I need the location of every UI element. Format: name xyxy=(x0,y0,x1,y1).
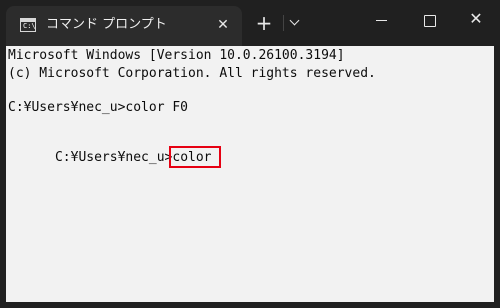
title-bar[interactable]: C:\ コマンド プロンプト ✕ + ✕ xyxy=(0,0,500,46)
highlight-annotation xyxy=(169,146,222,168)
maximize-icon xyxy=(424,15,436,27)
close-button[interactable]: ✕ xyxy=(456,6,496,36)
window-frame-bottom xyxy=(0,302,500,308)
terminal-output[interactable]: Microsoft Windows [Version 10.0.26100.31… xyxy=(6,46,494,302)
minimize-icon xyxy=(376,20,387,21)
output-line: (c) Microsoft Corporation. All rights re… xyxy=(8,66,376,81)
terminal-icon-glyph: C:\ xyxy=(23,22,36,30)
tab-title: コマンド プロンプト xyxy=(46,17,167,32)
maximize-button[interactable] xyxy=(410,6,450,36)
command-prompt: C:¥Users¥nec_u> xyxy=(54,150,173,165)
typed-command: color xyxy=(169,146,222,168)
tab-dropdown-button[interactable] xyxy=(286,12,306,34)
chevron-down-icon xyxy=(289,15,300,26)
terminal-icon: C:\ xyxy=(20,18,36,32)
new-tab-button[interactable]: + xyxy=(250,10,278,38)
current-input-line[interactable]: C:¥Users¥nec_u>color xyxy=(8,134,222,182)
terminal-window: C:\ コマンド プロンプト ✕ + ✕ Microsoft Windows [… xyxy=(0,0,500,308)
tab-close-icon[interactable]: ✕ xyxy=(212,14,234,36)
tab-separator xyxy=(283,15,284,31)
minimize-button[interactable] xyxy=(362,6,402,36)
close-icon: ✕ xyxy=(469,9,483,28)
output-line: C:¥Users¥nec_u>color F0 xyxy=(8,100,189,115)
tab-command-prompt[interactable]: C:\ コマンド プロンプト ✕ xyxy=(6,6,242,46)
output-line: Microsoft Windows [Version 10.0.26100.31… xyxy=(8,48,345,63)
window-frame-right xyxy=(494,46,500,308)
